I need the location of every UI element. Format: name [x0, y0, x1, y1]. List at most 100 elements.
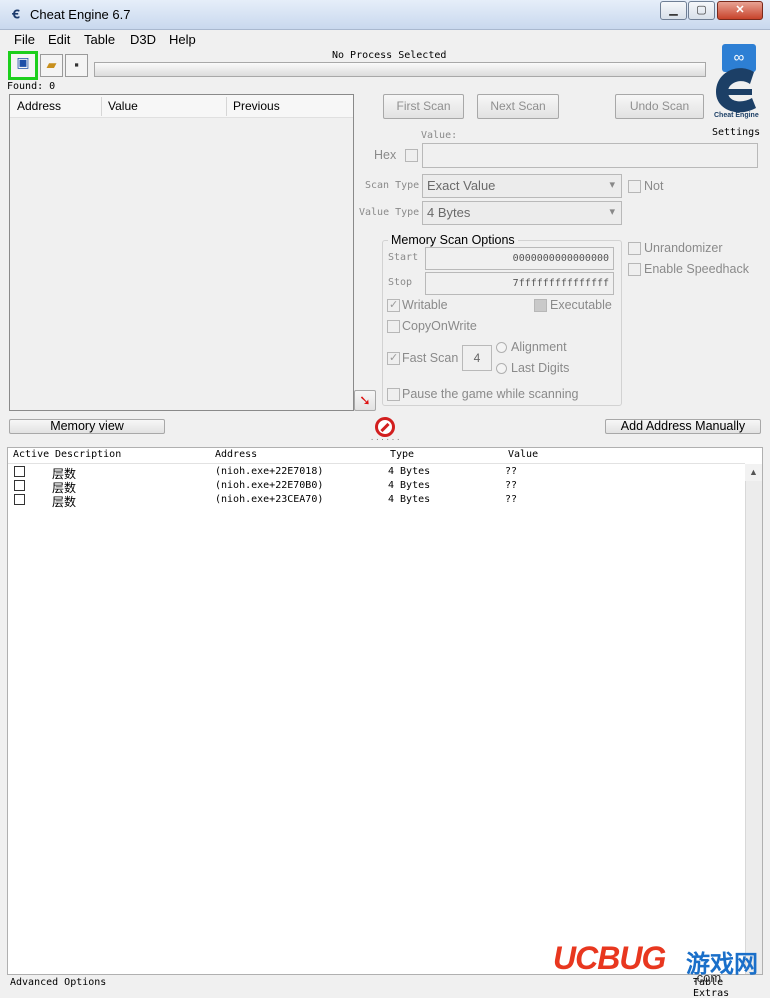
- floppy-disk-icon: ▪: [74, 57, 79, 72]
- column-value[interactable]: Value: [508, 449, 538, 460]
- table-row[interactable]: 层数 (nioh.exe+22E70B0) 4 Bytes ??: [8, 479, 745, 495]
- menu-d3d[interactable]: D3D: [130, 32, 156, 47]
- hex-checkbox[interactable]: [405, 149, 418, 162]
- found-list-header: Address Value Previous: [10, 95, 353, 118]
- title-bar: ꞓ Cheat Engine 6.7 ▁ ▢ ✕: [0, 0, 770, 30]
- column-active[interactable]: Active: [13, 449, 49, 460]
- alignment-radio[interactable]: [496, 342, 507, 353]
- row-value: ??: [505, 466, 518, 477]
- executable-checkbox[interactable]: [534, 299, 547, 312]
- column-address[interactable]: Address: [17, 99, 61, 113]
- column-divider[interactable]: [226, 97, 227, 116]
- enable-speedhack-label: Enable Speedhack: [644, 262, 749, 276]
- scan-type-select[interactable]: Exact Value: [422, 174, 622, 198]
- minimize-button[interactable]: ▁: [660, 1, 687, 20]
- row-type: 4 Bytes: [388, 480, 431, 491]
- writable-label: Writable: [402, 298, 448, 312]
- first-scan-button[interactable]: First Scan: [383, 94, 464, 119]
- next-scan-button[interactable]: Next Scan: [477, 94, 559, 119]
- unrandomizer-label: Unrandomizer: [644, 241, 723, 255]
- unrandomizer-checkbox[interactable]: [628, 242, 641, 255]
- process-label: No Process Selected: [332, 50, 447, 61]
- row-value: ??: [505, 494, 518, 505]
- splitter-handle[interactable]: ......: [370, 434, 401, 442]
- not-label: Not: [644, 179, 664, 193]
- computer-icon: ▣: [16, 54, 30, 70]
- memory-scan-options-title: Memory Scan Options: [388, 233, 518, 247]
- header-divider: [8, 463, 745, 464]
- table-row[interactable]: 层数 (nioh.exe+23CEA70) 4 Bytes ??: [8, 493, 745, 509]
- table-scrollbar[interactable]: [745, 464, 762, 974]
- scan-type-label: Scan Type: [365, 180, 420, 191]
- fast-scan-checkbox[interactable]: [387, 351, 400, 365]
- enable-speedhack-checkbox[interactable]: [628, 263, 641, 276]
- value-type-select[interactable]: 4 Bytes: [422, 201, 622, 225]
- menu-bar: File Edit Table D3D Help: [0, 30, 770, 50]
- start-label: Start: [388, 252, 419, 263]
- watermark-brand: UCBUG: [553, 940, 666, 976]
- row-active-checkbox[interactable]: [14, 466, 25, 477]
- column-divider[interactable]: [101, 97, 102, 116]
- value-input[interactable]: [422, 143, 758, 168]
- close-button[interactable]: ✕: [717, 1, 763, 20]
- cheat-table[interactable]: Active Description Address Type Value 层数…: [7, 447, 763, 975]
- stop-address-input[interactable]: 7fffffffffffffff: [425, 272, 614, 295]
- row-active-checkbox[interactable]: [14, 494, 25, 505]
- column-address[interactable]: Address: [215, 449, 257, 460]
- open-process-button[interactable]: ▣: [8, 51, 38, 80]
- copy-on-write-checkbox[interactable]: [387, 320, 400, 333]
- row-type: 4 Bytes: [388, 494, 431, 505]
- add-to-list-button[interactable]: ➘: [354, 390, 376, 411]
- row-value: ??: [505, 480, 518, 491]
- found-count: Found: 0: [7, 81, 56, 92]
- copy-on-write-label: CopyOnWrite: [402, 319, 477, 333]
- row-type: 4 Bytes: [388, 466, 431, 477]
- scan-progress-bar: [94, 62, 706, 77]
- save-button[interactable]: ▪: [65, 54, 88, 77]
- last-digits-label: Last Digits: [511, 361, 570, 375]
- window-title: Cheat Engine 6.7: [30, 7, 131, 22]
- table-row[interactable]: 层数 (nioh.exe+22E7018) 4 Bytes ??: [8, 465, 745, 481]
- undo-scan-button[interactable]: Undo Scan: [615, 94, 704, 119]
- cheat-engine-app-icon: ꞓ: [12, 5, 20, 22]
- settings-label[interactable]: Settings: [712, 127, 760, 138]
- open-file-button[interactable]: ▰: [40, 54, 63, 77]
- row-address: (nioh.exe+22E7018): [215, 466, 324, 477]
- menu-file[interactable]: File: [14, 32, 35, 47]
- value-label: Value:: [421, 130, 458, 141]
- column-value[interactable]: Value: [108, 99, 138, 113]
- stop-label: Stop: [388, 277, 413, 288]
- column-previous[interactable]: Previous: [233, 99, 280, 113]
- watermark-dotcom: .com: [693, 970, 722, 985]
- alignment-label: Alignment: [511, 340, 567, 354]
- red-arrow-icon: ➘: [359, 392, 371, 408]
- row-description: 层数: [52, 495, 77, 509]
- writable-checkbox[interactable]: [387, 298, 400, 312]
- maximize-button[interactable]: ▢: [688, 1, 715, 20]
- advanced-options-link[interactable]: Advanced Options: [10, 977, 106, 988]
- row-address: (nioh.exe+22E70B0): [215, 480, 324, 491]
- scroll-up-arrow-icon[interactable]: ▲: [745, 464, 762, 481]
- start-address-input[interactable]: 0000000000000000: [425, 247, 614, 270]
- folder-open-icon: ▰: [46, 57, 57, 72]
- logo-text: Cheat Engine: [714, 112, 759, 119]
- executable-label: Executable: [550, 298, 612, 312]
- add-address-manually-button[interactable]: Add Address Manually: [605, 419, 761, 434]
- menu-table[interactable]: Table: [84, 32, 115, 47]
- ucbug-watermark: UCBUG 游戏网 .com: [553, 940, 768, 985]
- found-address-list[interactable]: Address Value Previous: [9, 94, 354, 411]
- fast-scan-alignment-input[interactable]: 4: [462, 345, 492, 371]
- pause-game-checkbox[interactable]: [387, 388, 400, 401]
- cheat-engine-logo[interactable]: Cheat Engine: [708, 58, 764, 126]
- hex-label: Hex: [374, 148, 397, 162]
- column-type[interactable]: Type: [390, 449, 414, 460]
- memory-view-button[interactable]: Memory view: [9, 419, 165, 434]
- not-checkbox[interactable]: [628, 180, 641, 193]
- last-digits-radio[interactable]: [496, 363, 507, 374]
- column-description[interactable]: Description: [55, 449, 121, 460]
- row-active-checkbox[interactable]: [14, 480, 25, 491]
- pause-game-label: Pause the game while scanning: [402, 387, 579, 401]
- fast-scan-label: Fast Scan: [402, 351, 459, 365]
- menu-edit[interactable]: Edit: [48, 32, 70, 47]
- menu-help[interactable]: Help: [169, 32, 196, 47]
